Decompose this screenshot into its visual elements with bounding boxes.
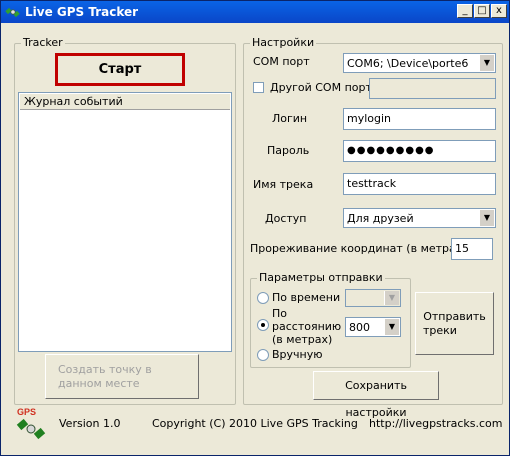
title-bar[interactable]: Live GPS Tracker _ □ x [1, 1, 509, 23]
settings-group-title: Настройки [250, 36, 317, 49]
window-title: Live GPS Tracker [25, 5, 139, 19]
event-log-list[interactable]: Журнал событий [18, 92, 232, 352]
send-tracks-label-line2: треки [423, 324, 457, 337]
save-settings-button[interactable]: Сохранить настройки [313, 371, 439, 419]
by-time-label: По времени [272, 291, 341, 304]
track-name-field[interactable]: testtrack [343, 173, 496, 195]
access-value: Для друзей [347, 212, 414, 225]
login-field[interactable]: mylogin [343, 108, 496, 130]
thinning-label: Прореживание координат (в метрах) [250, 242, 467, 255]
com-port-value: COM6; \Device\porte6 [347, 57, 469, 70]
password-label: Пароль [267, 144, 310, 157]
chevron-down-icon[interactable]: ▼ [479, 55, 494, 71]
manual-radio[interactable] [257, 349, 269, 361]
thinning-field[interactable]: 15 [451, 238, 493, 260]
other-com-label: Другой COM порт [270, 81, 372, 94]
send-params-title: Параметры отправки [257, 271, 385, 284]
access-select[interactable]: Для друзей ▼ [343, 208, 496, 228]
send-tracks-label-line1: Отправить [423, 310, 486, 323]
app-window: Live GPS Tracker _ □ x Tracker Старт Жур… [0, 0, 510, 456]
track-name-label: Имя трека [253, 178, 314, 191]
other-com-field[interactable] [369, 78, 496, 99]
by-time-select[interactable]: ▼ [345, 289, 401, 307]
by-distance-value: 800 [349, 321, 370, 334]
by-distance-label-line3: (в метрах) [272, 333, 333, 346]
login-label: Логин [272, 112, 308, 125]
close-button[interactable]: x [491, 4, 507, 18]
by-distance-label-line2: расстоянию [272, 320, 342, 333]
access-label: Доступ [265, 212, 307, 225]
chevron-down-icon[interactable]: ▼ [479, 210, 494, 226]
logo-text: GPS [17, 407, 36, 417]
by-distance-select[interactable]: 800 ▼ [345, 317, 401, 337]
com-port-label: COM порт [253, 55, 310, 68]
other-com-checkbox[interactable] [253, 82, 264, 93]
version-text: Version 1.0 [59, 417, 121, 430]
tracker-group-title: Tracker [21, 36, 65, 49]
chevron-down-icon[interactable]: ▼ [384, 319, 399, 335]
by-distance-label-line1: По [272, 307, 288, 320]
minimize-button[interactable]: _ [457, 4, 473, 18]
com-port-select[interactable]: COM6; \Device\porte6 ▼ [343, 53, 496, 73]
chevron-down-icon[interactable]: ▼ [384, 291, 399, 305]
app-satellite-icon [5, 7, 20, 18]
event-log-header[interactable]: Журнал событий [20, 94, 230, 110]
start-button[interactable]: Старт [55, 53, 185, 86]
by-time-radio[interactable] [257, 292, 269, 304]
copyright-text: Copyright (C) 2010 Live GPS Tracking [152, 417, 358, 430]
manual-label: Вручную [272, 348, 323, 361]
website-link[interactable]: http://livegpstracks.com [369, 417, 503, 431]
gps-satellite-logo-icon: GPS [16, 407, 46, 440]
create-point-button[interactable]: Создать точку в данном месте [45, 354, 199, 399]
by-distance-radio[interactable] [257, 319, 269, 331]
maximize-button[interactable]: □ [474, 4, 490, 18]
send-tracks-button[interactable]: Отправить треки [415, 292, 494, 355]
password-field[interactable]: ●●●●●●●●● [343, 140, 496, 162]
